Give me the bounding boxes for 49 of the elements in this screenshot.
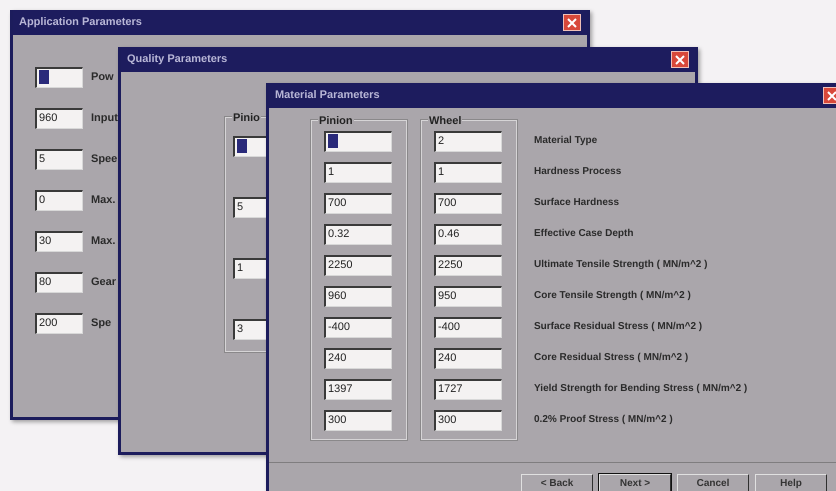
input-field[interactable]: 5 [35, 149, 83, 170]
input-field[interactable]: 960 [324, 286, 392, 307]
input-field[interactable]: 0 [35, 190, 83, 211]
input-field[interactable]: 700 [434, 193, 502, 214]
field-label: Core Residual Stress ( MN/m^2 ) [534, 351, 690, 365]
input-field[interactable]: 1397 [324, 379, 392, 400]
field-label: Spe [91, 316, 112, 332]
dialog-button[interactable]: Next > [599, 474, 671, 491]
input-field[interactable]: 960 [35, 108, 83, 129]
window-title: Material Parameters [275, 88, 380, 104]
input-field[interactable]: 950 [434, 286, 502, 307]
input-field[interactable]: 240 [324, 348, 392, 369]
input-field[interactable]: 0.46 [434, 224, 502, 245]
input-field[interactable]: 1 [434, 162, 502, 183]
input-field[interactable]: 240 [434, 348, 502, 369]
field-label: Core Tensile Strength ( MN/m^2 ) [534, 289, 692, 303]
window-title: Quality Parameters [127, 52, 228, 68]
field-label: Input [91, 111, 118, 126]
field-label: Gear [91, 275, 116, 290]
input-field[interactable]: 2250 [324, 255, 392, 276]
field-label: Spee [91, 152, 118, 168]
field-label: Surface Residual Stress ( MN/m^2 ) [534, 320, 704, 334]
input-field[interactable]: 1 [324, 162, 392, 183]
field-label: Max. [91, 193, 116, 208]
input-field[interactable]: 0.32 [324, 224, 392, 245]
input-field[interactable]: 300 [434, 410, 502, 431]
field-label: Ultimate Tensile Strength ( MN/m^2 ) [534, 258, 708, 272]
field-label: Effective Case Depth [534, 227, 634, 241]
input-field[interactable]: 1727 [434, 379, 502, 400]
input-field[interactable]: 300 [324, 410, 392, 431]
input-field[interactable]: 700 [324, 193, 392, 214]
input-field[interactable]: 30 [35, 231, 83, 252]
input-field[interactable]: -400 [434, 317, 502, 338]
input-field[interactable]: -400 [324, 317, 392, 338]
field-label: Yield Strength for Bending Stress ( MN/m^2 ) [534, 382, 748, 396]
window-title: Application Parameters [19, 15, 142, 30]
field-label: Max. [91, 234, 116, 250]
field-label: 0.2% Proof Stress ( MN/m^2 ) [534, 413, 674, 427]
input-field[interactable]: 80 [35, 272, 83, 293]
input-field[interactable]: 2250 [434, 255, 502, 276]
field-label: Pow [91, 70, 114, 86]
field-label: Hardness Process [534, 165, 622, 179]
dialog-button[interactable]: < Back [521, 474, 593, 491]
dialog-button[interactable]: Cancel [677, 474, 749, 491]
field-label: Surface Hardness [534, 196, 620, 210]
input-field[interactable]: 2 [434, 131, 502, 152]
field-label: Material Type [534, 134, 598, 148]
input-field[interactable]: 200 [35, 313, 83, 334]
dialog-button[interactable]: Help [755, 474, 827, 491]
